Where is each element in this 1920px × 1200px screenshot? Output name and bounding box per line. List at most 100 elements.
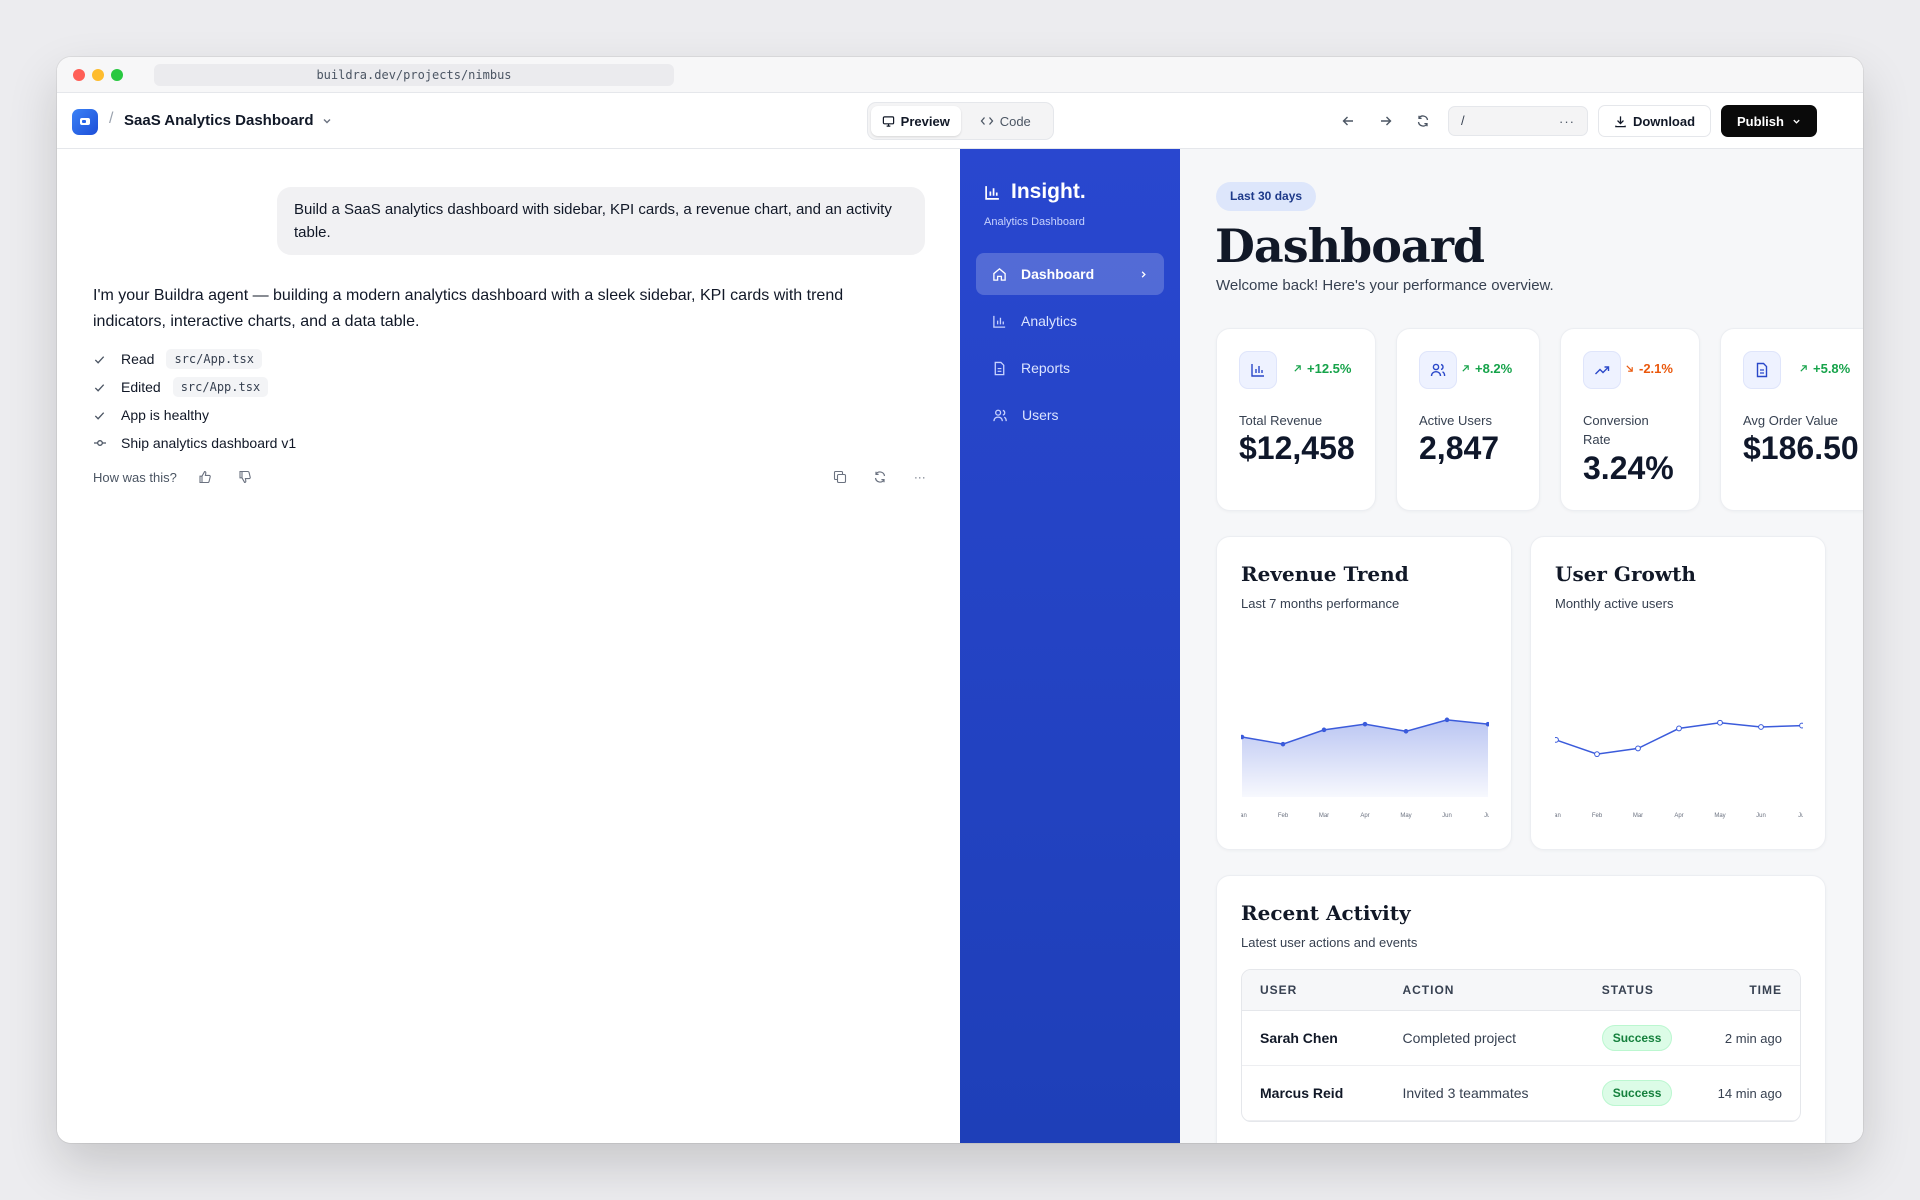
close-window-button[interactable] <box>73 69 85 81</box>
publish-label: Publish <box>1737 113 1784 129</box>
sidebar-item-reports[interactable]: Reports <box>976 347 1164 389</box>
revenue-trend-card: Revenue Trend Last 7 months performance … <box>1216 536 1512 850</box>
data-point[interactable] <box>1362 721 1368 727</box>
thumbs-up-icon[interactable] <box>195 467 215 487</box>
sidebar-item-label: Users <box>1022 407 1059 423</box>
users-icon <box>1419 351 1457 389</box>
users-icon <box>993 409 1007 421</box>
monitor-icon <box>882 115 894 127</box>
download-icon <box>1615 115 1626 127</box>
recent-activity-card: Recent Activity Latest user actions and … <box>1216 875 1826 1143</box>
x-tick-label: Mar <box>1319 813 1329 819</box>
sidebar-item-analytics[interactable]: Analytics <box>976 300 1164 342</box>
address-bar[interactable]: buildra.dev/projects/nimbus <box>154 64 674 86</box>
table-row[interactable]: Marcus Reid Invited 3 teammates Success … <box>1242 1066 1800 1121</box>
step-edited: Edited src/App.tsx <box>93 373 296 401</box>
data-point[interactable] <box>1717 719 1723 726</box>
data-point[interactable] <box>1241 734 1245 740</box>
check-icon <box>93 381 121 394</box>
tab-preview[interactable]: Preview <box>871 106 961 136</box>
x-tick-label: Mar <box>1633 813 1643 819</box>
sidebar-item-label: Reports <box>1021 360 1071 376</box>
code-icon <box>980 117 994 125</box>
brand-subtitle: Analytics Dashboard <box>984 216 1085 228</box>
download-button[interactable]: Download <box>1598 105 1711 137</box>
kpi-delta-value: -2.1% <box>1639 361 1673 376</box>
column-header-time[interactable]: TIME <box>1701 983 1800 997</box>
bar-chart-icon <box>1239 351 1277 389</box>
column-header-user[interactable]: USER <box>1242 983 1402 997</box>
data-point[interactable] <box>1635 745 1641 752</box>
kpi-card-users: +8.2% Active Users 2,847 <box>1396 328 1540 511</box>
refresh-icon[interactable] <box>1413 111 1433 131</box>
back-arrow-icon[interactable] <box>1338 111 1358 131</box>
step-label: Edited <box>121 379 161 395</box>
thumbs-down-icon[interactable] <box>235 467 255 487</box>
kpi-delta: +5.8% <box>1799 361 1850 376</box>
file-icon <box>1743 351 1781 389</box>
kpi-delta: +8.2% <box>1461 361 1512 376</box>
row-time: 2 min ago <box>1724 1030 1782 1046</box>
data-point[interactable] <box>1444 717 1450 723</box>
chevron-down-icon <box>323 118 331 123</box>
data-point[interactable] <box>1758 724 1764 730</box>
kpi-label: Avg Order Value <box>1743 413 1838 428</box>
more-options-icon[interactable]: ··· <box>910 467 930 487</box>
file-icon <box>994 361 1005 375</box>
buildra-logo-icon[interactable] <box>72 109 98 135</box>
arrow-up-right-icon <box>1462 365 1469 372</box>
data-point[interactable] <box>1485 721 1489 727</box>
arrow-up-right-icon <box>1294 365 1301 372</box>
row-action: Completed project <box>1402 1030 1517 1046</box>
project-switcher[interactable]: SaaS Analytics Dashboard <box>124 112 332 129</box>
step-file[interactable]: src/App.tsx <box>172 377 269 397</box>
feedback-bar: How was this? ··· <box>93 467 930 487</box>
x-tick-label: Jul <box>1484 813 1489 819</box>
data-point[interactable] <box>1594 751 1600 758</box>
user-growth-chart: Jan Feb Mar Apr May Jun Jul <box>1555 719 1803 819</box>
forward-arrow-icon[interactable] <box>1376 111 1396 131</box>
x-tick-label: Jan <box>1555 813 1561 819</box>
data-point[interactable] <box>1676 725 1682 732</box>
bar-chart-icon <box>985 185 999 200</box>
card-title: Revenue Trend <box>1241 562 1409 586</box>
step-file[interactable]: src/App.tsx <box>166 349 262 369</box>
agent-reply: I'm your Buildra agent — building a mode… <box>93 287 844 330</box>
copy-icon[interactable] <box>830 467 850 487</box>
data-point[interactable] <box>1403 728 1409 734</box>
data-point[interactable] <box>1555 736 1559 743</box>
column-header-action[interactable]: ACTION <box>1402 983 1601 997</box>
sidebar-item-label: Analytics <box>1021 313 1078 329</box>
user-message: Build a SaaS analytics dashboard with si… <box>277 187 925 255</box>
sidebar-item-users[interactable]: Users <box>976 394 1164 436</box>
tab-code[interactable]: Code <box>961 106 1051 136</box>
kpi-card-aov: +5.8% Avg Order Value $186.50 <box>1720 328 1863 511</box>
publish-button[interactable]: Publish <box>1721 105 1817 137</box>
kpi-value: 2,847 <box>1419 430 1500 466</box>
maximize-window-button[interactable] <box>111 69 123 81</box>
card-title: User Growth <box>1555 562 1696 586</box>
card-title: Recent Activity <box>1241 901 1411 925</box>
status-badge: Success <box>1601 1025 1673 1051</box>
card-subtitle: Latest user actions and events <box>1241 935 1418 950</box>
more-options-icon[interactable]: ··· <box>1557 111 1577 131</box>
column-header-status[interactable]: STATUS <box>1602 983 1702 997</box>
table-header: USER ACTION STATUS TIME <box>1242 970 1800 1011</box>
agent-steps: Read src/App.tsx Edited src/App.tsx App … <box>93 345 296 457</box>
regenerate-icon[interactable] <box>870 467 890 487</box>
activity-table: USER ACTION STATUS TIME Sarah Chen Compl… <box>1241 969 1801 1122</box>
table-row[interactable]: Sarah Chen Completed project Success 2 m… <box>1242 1011 1800 1066</box>
data-point[interactable] <box>1321 727 1327 733</box>
kpi-value: 3.24% <box>1583 450 1674 486</box>
x-tick-label: Jun <box>1442 813 1452 819</box>
tab-code-label: Code <box>999 113 1031 129</box>
data-point[interactable] <box>1280 741 1286 747</box>
step-healthy: App is healthy <box>93 401 296 429</box>
date-range-pill[interactable]: Last 30 days <box>1216 182 1317 211</box>
sidebar-item-label: Dashboard <box>1021 266 1095 282</box>
card-subtitle: Last 7 months performance <box>1241 596 1400 611</box>
browser-chrome: buildra.dev/projects/nimbus <box>57 57 1863 93</box>
sidebar-item-dashboard[interactable]: Dashboard <box>976 253 1164 295</box>
data-point[interactable] <box>1799 722 1803 729</box>
minimize-window-button[interactable] <box>92 69 104 81</box>
